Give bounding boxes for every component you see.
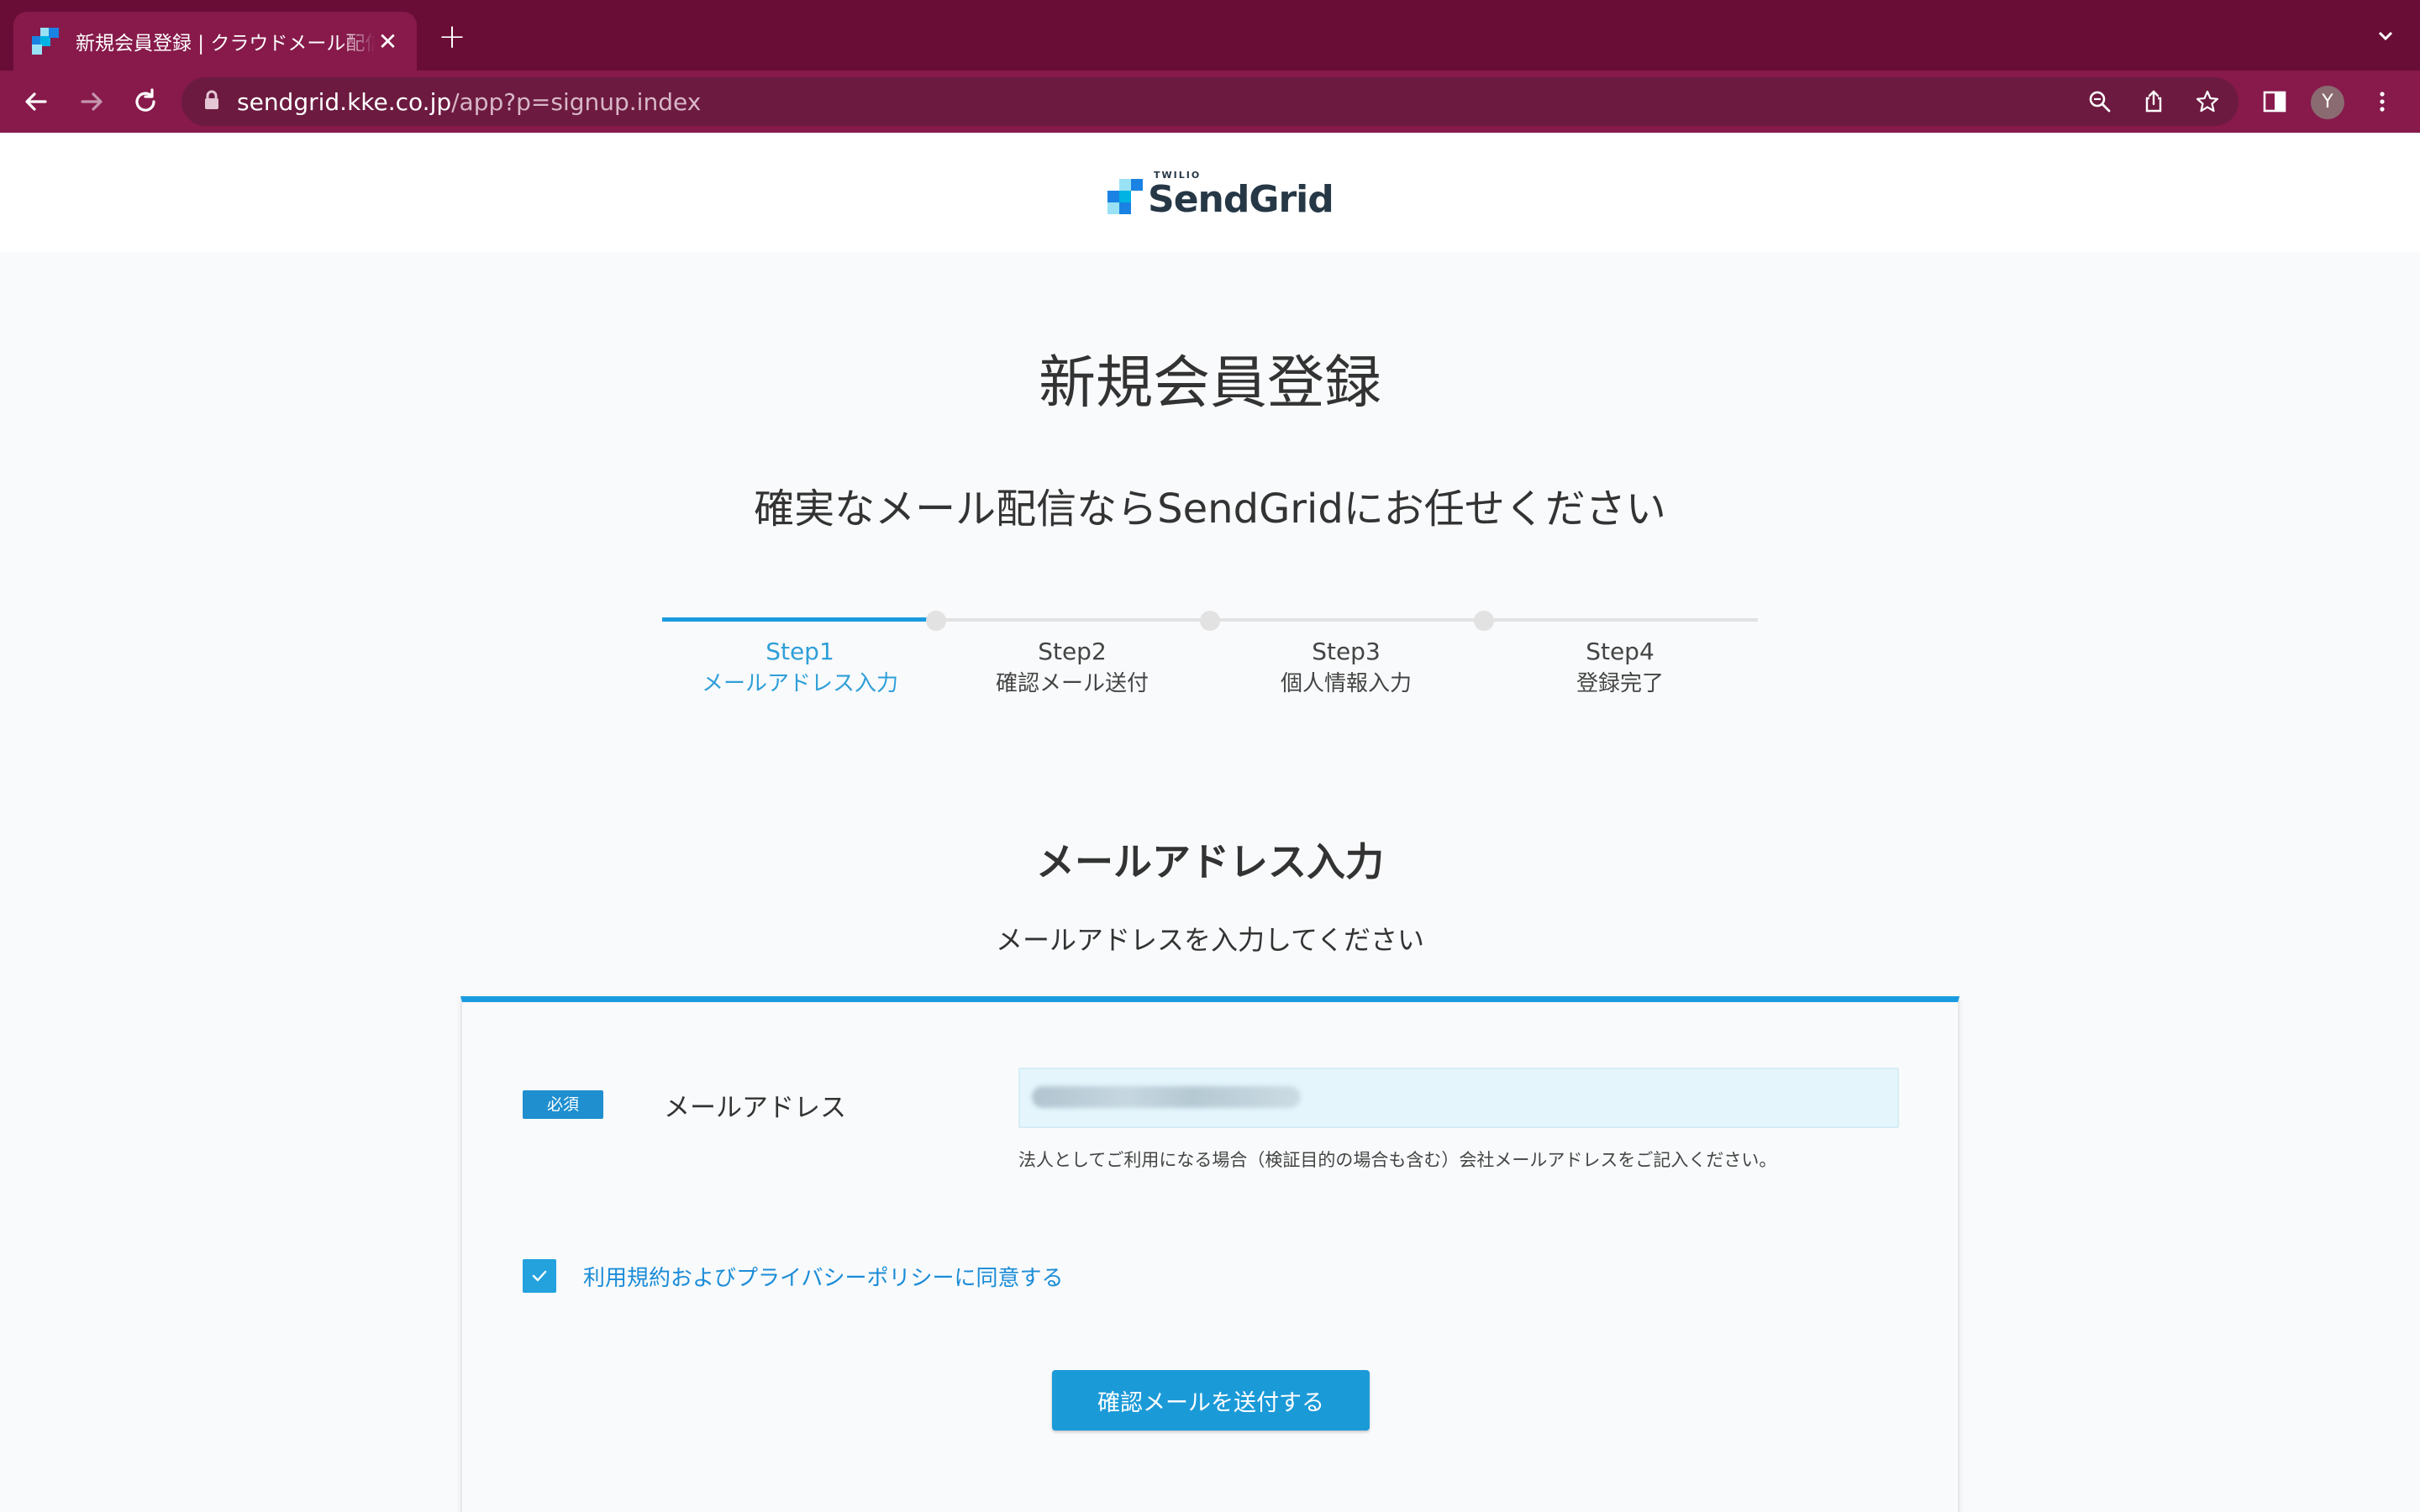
logo-wordmark: SendGrid — [1148, 178, 1334, 221]
section-title: メールアドレス入力 — [1036, 839, 1384, 885]
terms-privacy-link[interactable]: 利用規約およびプライバシーポリシーに同意する — [583, 1261, 1063, 1292]
side-panel-icon[interactable] — [2259, 86, 2291, 118]
step-2: Step2 確認メール送付 — [938, 635, 1207, 699]
step-1: Step1 メールアドレス入力 — [666, 635, 934, 699]
browser-toolbar: sendgrid.kke.co.jp/app?p=signup.index Y — [0, 71, 2420, 133]
step-number: Step1 — [765, 638, 834, 665]
browser-tab-bar: 新規会員登録 | クラウドメール配信 ✕ + — [0, 0, 2420, 71]
step-number: Step4 — [1586, 638, 1655, 665]
page-subtitle: 確実なメール配信ならSendGridにお任せください — [754, 486, 1666, 533]
step-name: メールアドレス入力 — [701, 671, 898, 696]
stepper-dot — [1200, 611, 1220, 631]
url-host: sendgrid.kke.co.jp — [237, 87, 452, 116]
check-icon — [532, 1270, 547, 1282]
new-tab-button[interactable]: + — [435, 20, 469, 54]
send-confirmation-button[interactable]: 確認メールを送付する — [1052, 1370, 1370, 1431]
lock-icon[interactable] — [203, 90, 220, 113]
email-label: メールアドレス — [664, 1093, 846, 1123]
step-number: Step2 — [1038, 638, 1107, 665]
profile-avatar[interactable]: Y — [2311, 86, 2344, 119]
email-note: 法人としてご利用になる場合（検証目的の場合も含む）会社メールアドレスをご記入くだ… — [1018, 1150, 1777, 1170]
stepper-progress — [662, 617, 936, 622]
zoom-icon[interactable] — [2086, 87, 2114, 116]
bookmark-star-icon[interactable] — [2193, 87, 2222, 116]
step-4: Step4 登録完了 — [1486, 635, 1754, 699]
share-icon[interactable] — [2139, 87, 2168, 116]
browser-tab[interactable]: 新規会員登録 | クラウドメール配信 ✕ — [13, 12, 417, 71]
forward-arrow-icon[interactable] — [74, 84, 109, 119]
reload-icon[interactable] — [128, 84, 163, 119]
section-description: メールアドレスを入力してください — [995, 924, 1425, 956]
stepper-dot — [926, 611, 946, 631]
step-3: Step3 個人情報入力 — [1212, 635, 1481, 699]
step-name: 登録完了 — [1576, 671, 1664, 696]
agree-checkbox[interactable] — [523, 1259, 556, 1293]
page-title: 新規会員登録 — [1038, 350, 1381, 417]
tab-close-icon[interactable]: ✕ — [376, 28, 400, 55]
url-path: /app?p=signup.index — [451, 87, 702, 116]
back-arrow-icon[interactable] — [18, 84, 54, 119]
step-name: 確認メール送付 — [995, 671, 1149, 696]
signup-form-card: 必須 メールアドレス 法人としてご利用になる場合（検証目的の場合も含む）会社メー… — [460, 996, 1960, 1512]
required-badge: 必須 — [523, 1090, 603, 1119]
site-header: TWILIO SendGrid — [0, 133, 2420, 252]
sendgrid-logo[interactable]: TWILIO SendGrid — [1106, 170, 1334, 223]
step-name: 個人情報入力 — [1280, 671, 1412, 696]
tab-title: 新規会員登録 | クラウドメール配信 — [76, 33, 376, 55]
tab-search-chevron-icon[interactable] — [2373, 24, 2398, 49]
stepper-dot — [1474, 611, 1494, 631]
sendgrid-logo-icon — [1107, 179, 1143, 214]
signup-stepper: Step1 メールアドレス入力 Step2 確認メール送付 Step3 個人情報… — [662, 606, 1758, 707]
email-redacted-value — [1032, 1086, 1301, 1108]
step-number: Step3 — [1312, 638, 1381, 665]
browser-menu-icon[interactable] — [2366, 86, 2398, 118]
address-bar[interactable]: sendgrid.kke.co.jp/app?p=signup.index — [182, 77, 2238, 126]
sendgrid-favicon-icon — [32, 28, 59, 55]
